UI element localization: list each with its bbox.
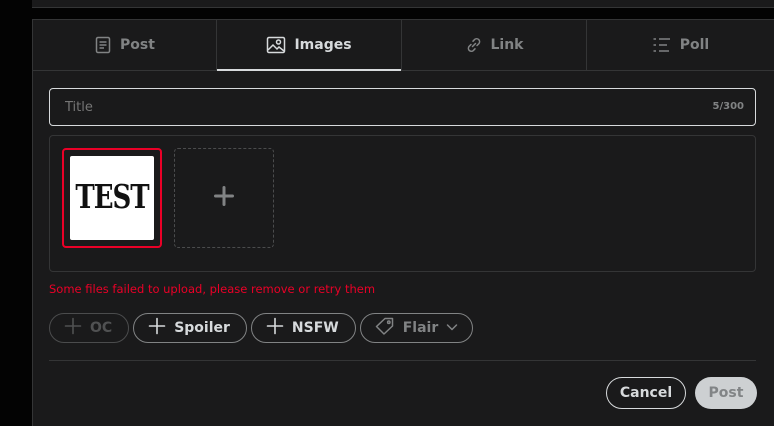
upload-error-message: Some files failed to upload, please remo… bbox=[49, 282, 376, 296]
tag-icon bbox=[375, 317, 395, 339]
poll-icon bbox=[652, 36, 672, 54]
plus-icon bbox=[64, 317, 82, 339]
plus-icon bbox=[148, 317, 166, 339]
image-upload-area: TEST bbox=[49, 135, 756, 272]
spoiler-label: Spoiler bbox=[174, 320, 230, 336]
tab-poll-label: Poll bbox=[679, 37, 710, 53]
flair-label: Flair bbox=[402, 320, 439, 336]
footer-divider bbox=[49, 360, 756, 361]
cancel-button[interactable]: Cancel bbox=[606, 377, 686, 409]
link-icon bbox=[465, 36, 483, 54]
post-button[interactable]: Post bbox=[695, 377, 757, 409]
oc-label: OC bbox=[90, 320, 113, 336]
post-tag-buttons: OC Spoiler NSFW Flair bbox=[49, 313, 474, 345]
previous-card-edge bbox=[32, 0, 774, 8]
nsfw-button[interactable]: NSFW bbox=[250, 313, 356, 343]
plus-icon bbox=[213, 185, 235, 211]
nsfw-label: NSFW bbox=[291, 320, 339, 336]
thumbnail-image: TEST bbox=[70, 156, 154, 240]
oc-button[interactable]: OC bbox=[49, 313, 130, 343]
plus-icon bbox=[266, 317, 284, 339]
chevron-down-icon bbox=[446, 320, 458, 336]
uploaded-image-thumbnail[interactable]: TEST bbox=[62, 148, 162, 248]
tab-poll[interactable]: Poll bbox=[587, 20, 774, 70]
spoiler-button[interactable]: Spoiler bbox=[133, 313, 247, 343]
post-type-tabs: Post Images Link Poll bbox=[33, 20, 774, 71]
tab-post-label: Post bbox=[120, 37, 155, 53]
image-icon bbox=[266, 36, 286, 54]
tab-images[interactable]: Images bbox=[217, 20, 402, 71]
tab-post[interactable]: Post bbox=[33, 20, 217, 70]
tab-images-label: Images bbox=[294, 37, 352, 53]
title-field: 5/300 bbox=[49, 88, 756, 126]
post-icon bbox=[94, 36, 112, 54]
create-post-panel: Post Images Link Poll Title 5/300 TEST S… bbox=[32, 19, 774, 426]
add-image-button[interactable] bbox=[174, 148, 274, 248]
tab-link[interactable]: Link bbox=[402, 20, 587, 70]
title-input[interactable] bbox=[50, 89, 690, 125]
thumbnail-image-text: TEST bbox=[75, 179, 149, 217]
title-char-counter: 5/300 bbox=[712, 101, 744, 112]
flair-button[interactable]: Flair bbox=[359, 313, 474, 343]
tab-link-label: Link bbox=[490, 37, 524, 53]
